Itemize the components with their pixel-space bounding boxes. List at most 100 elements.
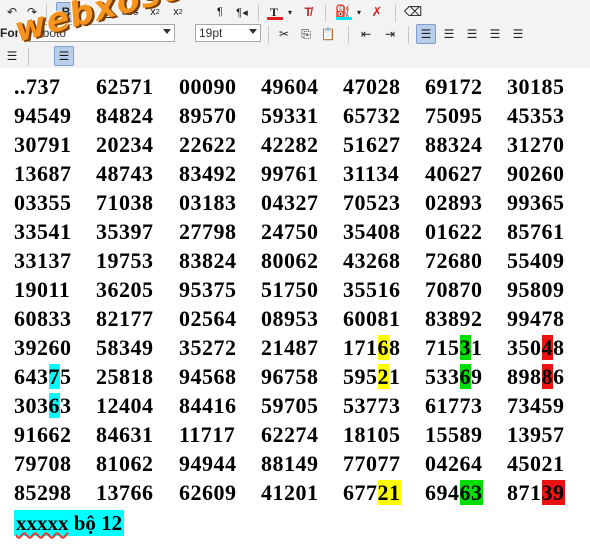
result-number: 95809	[507, 277, 565, 302]
result-number: 67721	[343, 480, 401, 505]
toolbar-divider	[395, 4, 396, 22]
result-number: 30185	[507, 74, 565, 99]
ltr-icon[interactable]: ¶	[210, 2, 230, 22]
footer-prefix: xxxxx	[16, 511, 69, 535]
result-number: 96758	[261, 364, 319, 389]
result-number: 55409	[507, 248, 565, 273]
copy-icon[interactable]: ⎘	[296, 24, 316, 44]
result-number: 35272	[179, 335, 237, 360]
result-number: 04264	[425, 451, 483, 476]
indent-icon[interactable]: ⇥	[380, 24, 400, 44]
result-number: 00090	[179, 74, 237, 99]
highlight-color-icon[interactable]: ⛽	[333, 2, 353, 22]
result-number: 61773	[425, 393, 483, 418]
result-number: 99761	[261, 161, 319, 186]
result-number: 53773	[343, 393, 401, 418]
result-number: 33137	[14, 248, 72, 273]
result-number: 11717	[179, 422, 236, 447]
result-number: 62609	[179, 480, 237, 505]
horizontal-rule-icon[interactable]: ☰	[54, 46, 74, 66]
align-left-icon[interactable]: ☰	[416, 24, 436, 44]
result-number: 59331	[261, 103, 319, 128]
result-number: 59521	[343, 364, 401, 389]
result-number: 84631	[96, 422, 154, 447]
result-number: 51627	[343, 132, 401, 157]
result-number: 43268	[343, 248, 401, 273]
toolbar-divider	[268, 26, 269, 44]
result-number: 62571	[96, 74, 154, 99]
result-number: 49604	[261, 74, 319, 99]
outdent-icon[interactable]: ⇤	[356, 24, 376, 44]
result-number: 47028	[343, 74, 401, 99]
result-number: 03355	[14, 190, 72, 215]
result-number: 60833	[14, 306, 72, 331]
highlighted-digit: 63	[459, 480, 483, 505]
result-number: 15589	[425, 422, 483, 447]
result-number: 25818	[96, 364, 154, 389]
result-number: 42282	[261, 132, 319, 157]
footer-suffix: bộ 12	[68, 511, 123, 535]
highlighted-digit: 39	[541, 480, 565, 505]
result-number: 65732	[343, 103, 401, 128]
result-number: 19753	[96, 248, 154, 273]
align-right-icon[interactable]: ☰	[462, 24, 482, 44]
result-number: 30791	[14, 132, 72, 157]
toolbar-divider	[28, 48, 29, 66]
result-number: 94944	[179, 451, 237, 476]
eraser-icon[interactable]: ⌫	[403, 2, 423, 22]
result-number: 31270	[507, 132, 565, 157]
highlighted-digit: 6	[48, 393, 60, 418]
result-number: 22622	[179, 132, 237, 157]
result-number: 99365	[507, 190, 565, 215]
clear-text-color-icon[interactable]: T̸	[298, 2, 318, 22]
result-number: 53369	[425, 364, 483, 389]
result-number: 75095	[425, 103, 483, 128]
block-justify-icon[interactable]: ☰	[508, 24, 528, 44]
paste-icon[interactable]: 📋	[318, 24, 338, 44]
clear-highlight-icon[interactable]: ✗	[367, 2, 387, 22]
highlight-color-dropdown[interactable]: ▾	[354, 2, 364, 22]
highlight-color-swatch	[336, 17, 352, 20]
result-number: 73459	[507, 393, 565, 418]
text-color-icon[interactable]: T	[264, 2, 284, 22]
result-number: 94568	[179, 364, 237, 389]
result-number: 35516	[343, 277, 401, 302]
result-number: 69463	[425, 480, 483, 505]
result-number: 30363	[14, 393, 72, 418]
highlighted-digit: 4	[541, 335, 553, 360]
text-color-swatch	[267, 17, 283, 20]
toolbar-divider	[408, 26, 409, 44]
toolbar-divider	[258, 4, 259, 22]
result-number: 03183	[179, 190, 237, 215]
result-number: 83824	[179, 248, 237, 273]
result-number: 99478	[507, 306, 565, 331]
result-number: 27798	[179, 219, 237, 244]
result-number: 82177	[96, 306, 154, 331]
highlighted-digit: 3	[459, 335, 471, 360]
result-number: 48743	[96, 161, 154, 186]
result-number: 24750	[261, 219, 319, 244]
result-number: 45353	[507, 103, 565, 128]
justify-icon[interactable]: ☰	[485, 24, 505, 44]
font-size-select[interactable]: 19pt	[195, 24, 261, 42]
text-color-dropdown[interactable]: ▾	[285, 2, 295, 22]
result-number: 89570	[179, 103, 237, 128]
result-number: 81062	[96, 451, 154, 476]
result-number: 19011	[14, 277, 71, 302]
rtl-icon[interactable]: ¶◂	[232, 2, 252, 22]
result-number: 60081	[343, 306, 401, 331]
result-number: 45021	[507, 451, 565, 476]
result-number: 72680	[425, 248, 483, 273]
result-number: 01622	[425, 219, 483, 244]
result-number: 90260	[507, 161, 565, 186]
highlighted-digit: 21	[377, 480, 401, 505]
result-number: 95375	[179, 277, 237, 302]
result-number: 71038	[96, 190, 154, 215]
align-center-icon[interactable]: ☰	[439, 24, 459, 44]
cut-icon[interactable]: ✂	[274, 24, 294, 44]
result-number: 77077	[343, 451, 401, 476]
result-number: 20234	[96, 132, 154, 157]
toolbar-divider	[348, 26, 349, 44]
result-number: 18105	[343, 422, 401, 447]
highlighted-digit: 8	[541, 364, 553, 389]
